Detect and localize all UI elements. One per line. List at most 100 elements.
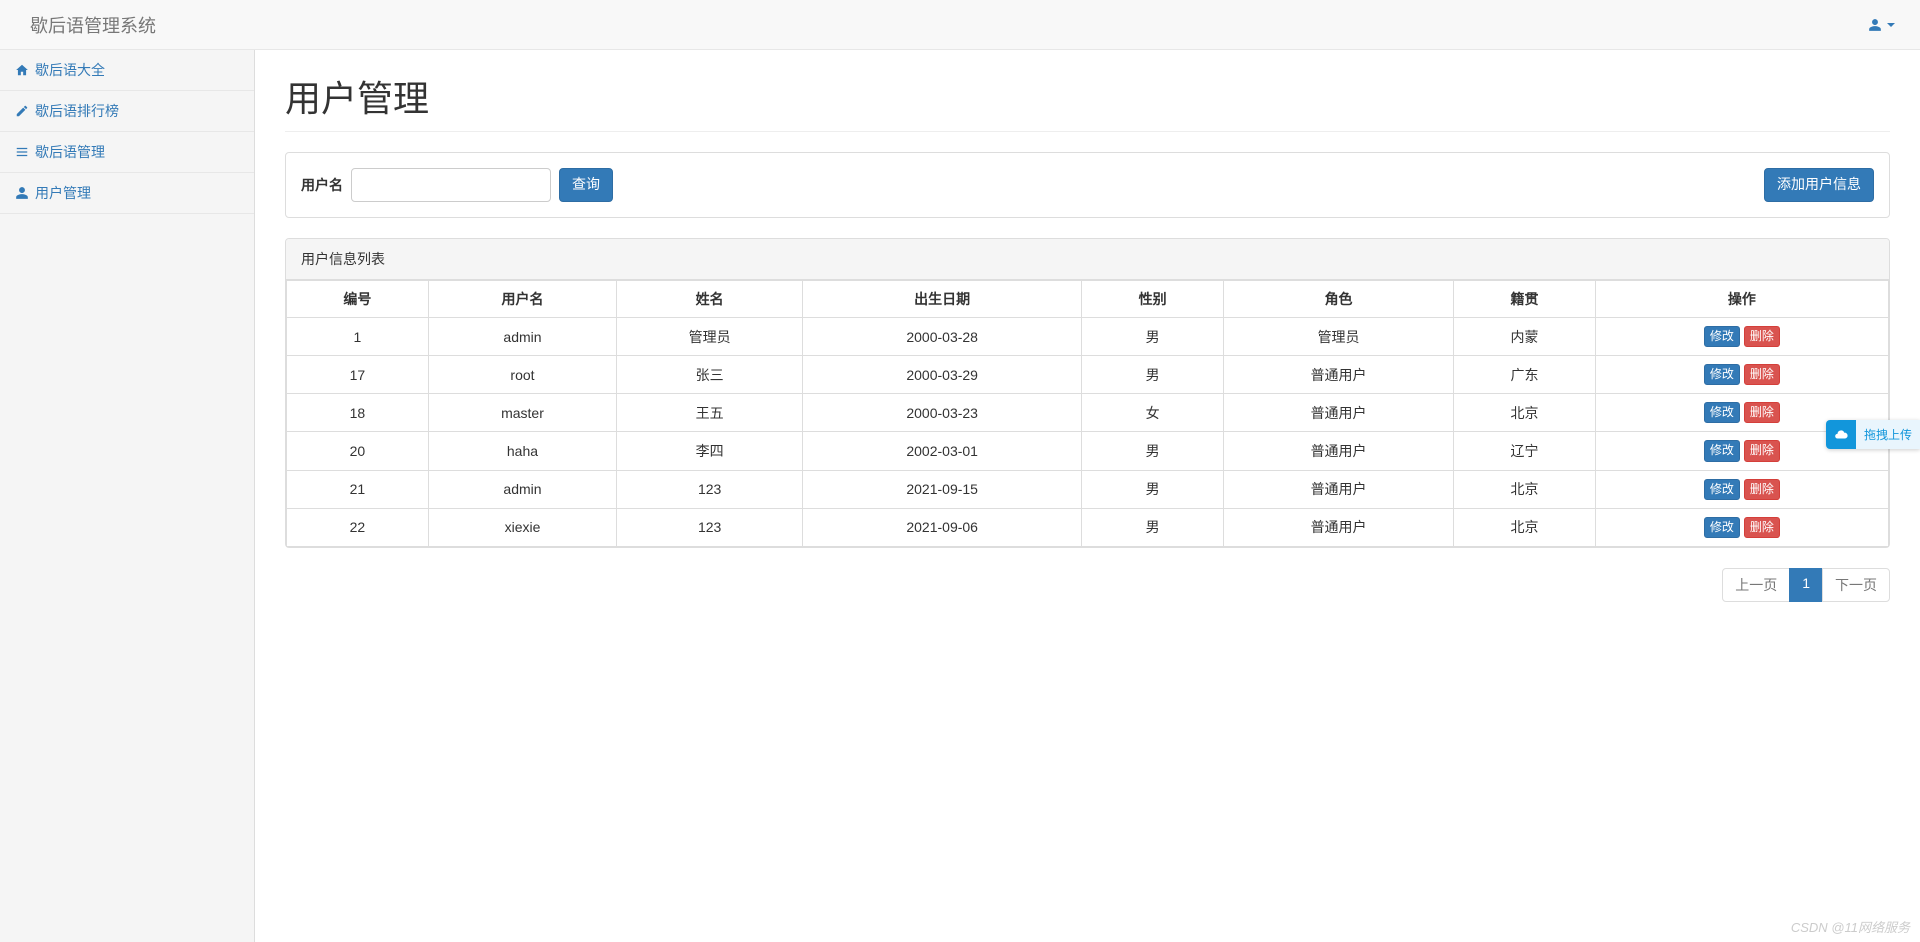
app-title: 歇后语管理系统 xyxy=(15,12,171,38)
table-cell-gender: 男 xyxy=(1082,470,1224,508)
table-cell-origin: 辽宁 xyxy=(1454,432,1596,470)
table-row: 21admin1232021-09-15男普通用户北京修改删除 xyxy=(287,470,1889,508)
table-cell-username: master xyxy=(428,394,616,432)
table-cell-username: root xyxy=(428,356,616,394)
table-cell-name: 管理员 xyxy=(617,318,803,356)
table-cell-id: 21 xyxy=(287,470,429,508)
sidebar-item-ranking[interactable]: 歇后语排行榜 xyxy=(0,91,254,132)
sidebar-item-manage[interactable]: 歇后语管理 xyxy=(0,132,254,173)
table-header-cell: 操作 xyxy=(1595,281,1888,318)
table-cell-birth: 2000-03-23 xyxy=(803,394,1082,432)
table-cell-gender: 男 xyxy=(1082,432,1224,470)
user-dropdown[interactable] xyxy=(1868,18,1895,32)
navbar: 歇后语管理系统 xyxy=(0,0,1920,50)
delete-button[interactable]: 删除 xyxy=(1744,479,1780,500)
table-header-cell: 籍贯 xyxy=(1454,281,1596,318)
table-cell-birth: 2021-09-06 xyxy=(803,508,1082,546)
upload-widget[interactable]: 拖拽上传 xyxy=(1826,420,1920,449)
edit-button[interactable]: 修改 xyxy=(1704,326,1740,347)
next-page-button[interactable]: 下一页 xyxy=(1822,568,1890,602)
caret-down-icon xyxy=(1887,23,1895,27)
table-row: 18master王五2000-03-23女普通用户北京 修改删除 xyxy=(287,394,1889,432)
table-cell-name: 123 xyxy=(617,508,803,546)
table-row: 22xiexie1232021-09-06男普通用户北京修改删除 xyxy=(287,508,1889,546)
user-icon xyxy=(1868,18,1882,32)
table-cell-id: 22 xyxy=(287,508,429,546)
sidebar-item-collection[interactable]: 歇后语大全 xyxy=(0,50,254,91)
table-cell-name: 李四 xyxy=(617,432,803,470)
list-icon xyxy=(15,145,29,159)
table-cell-actions: 修改删除 xyxy=(1595,508,1888,546)
table-cell-birth: 2002-03-01 xyxy=(803,432,1082,470)
table-cell-role: 普通用户 xyxy=(1224,394,1454,432)
table-cell-gender: 女 xyxy=(1082,394,1224,432)
table-cell-origin: 北京 xyxy=(1454,394,1596,432)
delete-button[interactable]: 删除 xyxy=(1744,517,1780,538)
table-cell-role: 普通用户 xyxy=(1224,432,1454,470)
navbar-right xyxy=(1868,18,1905,32)
delete-button[interactable]: 删除 xyxy=(1744,440,1780,461)
table-cell-role: 管理员 xyxy=(1224,318,1454,356)
table-row: 1admin管理员2000-03-28男管理员内蒙修改删除 xyxy=(287,318,1889,356)
search-button[interactable]: 查询 xyxy=(559,168,613,202)
edit-icon xyxy=(15,104,29,118)
table-header-cell: 角色 xyxy=(1224,281,1454,318)
table-header-cell: 性别 xyxy=(1082,281,1224,318)
username-input[interactable] xyxy=(351,168,551,202)
upload-label: 拖拽上传 xyxy=(1856,420,1920,449)
add-user-button[interactable]: 添加用户信息 xyxy=(1764,168,1874,202)
table-cell-username: haha xyxy=(428,432,616,470)
home-icon xyxy=(15,63,29,77)
sidebar: 歇后语大全 歇后语排行榜 歇后语管理 用户管理 xyxy=(0,50,255,942)
table-header-cell: 出生日期 xyxy=(803,281,1082,318)
table-row: 20haha李四2002-03-01男普通用户辽宁 修改删除 xyxy=(287,432,1889,470)
table-cell-actions: 修改删除 xyxy=(1595,470,1888,508)
delete-button[interactable]: 删除 xyxy=(1744,402,1780,423)
table-cell-actions: 修改删除 xyxy=(1595,318,1888,356)
edit-button[interactable]: 修改 xyxy=(1704,402,1740,423)
table-cell-id: 18 xyxy=(287,394,429,432)
search-group: 用户名 查询 xyxy=(301,168,613,202)
table-cell-name: 张三 xyxy=(617,356,803,394)
table-panel: 用户信息列表 编号用户名姓名出生日期性别角色籍贯操作 1admin管理员2000… xyxy=(285,238,1890,548)
sidebar-item-label: 歇后语排行榜 xyxy=(35,101,119,121)
table-cell-actions: 修改删除 xyxy=(1595,356,1888,394)
table-cell-origin: 北京 xyxy=(1454,470,1596,508)
edit-button[interactable]: 修改 xyxy=(1704,479,1740,500)
table-cell-id: 17 xyxy=(287,356,429,394)
sidebar-item-label: 歇后语大全 xyxy=(35,60,105,80)
table-cell-name: 王五 xyxy=(617,394,803,432)
table-cell-id: 20 xyxy=(287,432,429,470)
search-label: 用户名 xyxy=(301,175,343,195)
user-icon xyxy=(15,186,29,200)
table-cell-gender: 男 xyxy=(1082,356,1224,394)
table-cell-id: 1 xyxy=(287,318,429,356)
sidebar-item-label: 歇后语管理 xyxy=(35,142,105,162)
table-cell-username: admin xyxy=(428,318,616,356)
edit-button[interactable]: 修改 xyxy=(1704,440,1740,461)
page-title: 用户管理 xyxy=(285,70,1890,132)
cloud-upload-icon xyxy=(1826,420,1856,449)
delete-button[interactable]: 删除 xyxy=(1744,364,1780,385)
prev-page-button[interactable]: 上一页 xyxy=(1722,568,1790,602)
sidebar-item-users[interactable]: 用户管理 xyxy=(0,173,254,214)
delete-button[interactable]: 删除 xyxy=(1744,326,1780,347)
table-cell-name: 123 xyxy=(617,470,803,508)
edit-button[interactable]: 修改 xyxy=(1704,364,1740,385)
table-cell-username: admin xyxy=(428,470,616,508)
user-table: 编号用户名姓名出生日期性别角色籍贯操作 1admin管理员2000-03-28男… xyxy=(286,280,1889,547)
table-cell-role: 普通用户 xyxy=(1224,508,1454,546)
table-cell-gender: 男 xyxy=(1082,508,1224,546)
table-header-cell: 姓名 xyxy=(617,281,803,318)
table-cell-gender: 男 xyxy=(1082,318,1224,356)
pagination: 上一页 1 下一页 xyxy=(285,568,1890,602)
edit-button[interactable]: 修改 xyxy=(1704,517,1740,538)
table-cell-origin: 内蒙 xyxy=(1454,318,1596,356)
page-number-button[interactable]: 1 xyxy=(1789,568,1823,602)
table-cell-birth: 2021-09-15 xyxy=(803,470,1082,508)
table-cell-origin: 北京 xyxy=(1454,508,1596,546)
table-cell-username: xiexie xyxy=(428,508,616,546)
table-cell-birth: 2000-03-28 xyxy=(803,318,1082,356)
table-header-row: 编号用户名姓名出生日期性别角色籍贯操作 xyxy=(287,281,1889,318)
table-cell-origin: 广东 xyxy=(1454,356,1596,394)
